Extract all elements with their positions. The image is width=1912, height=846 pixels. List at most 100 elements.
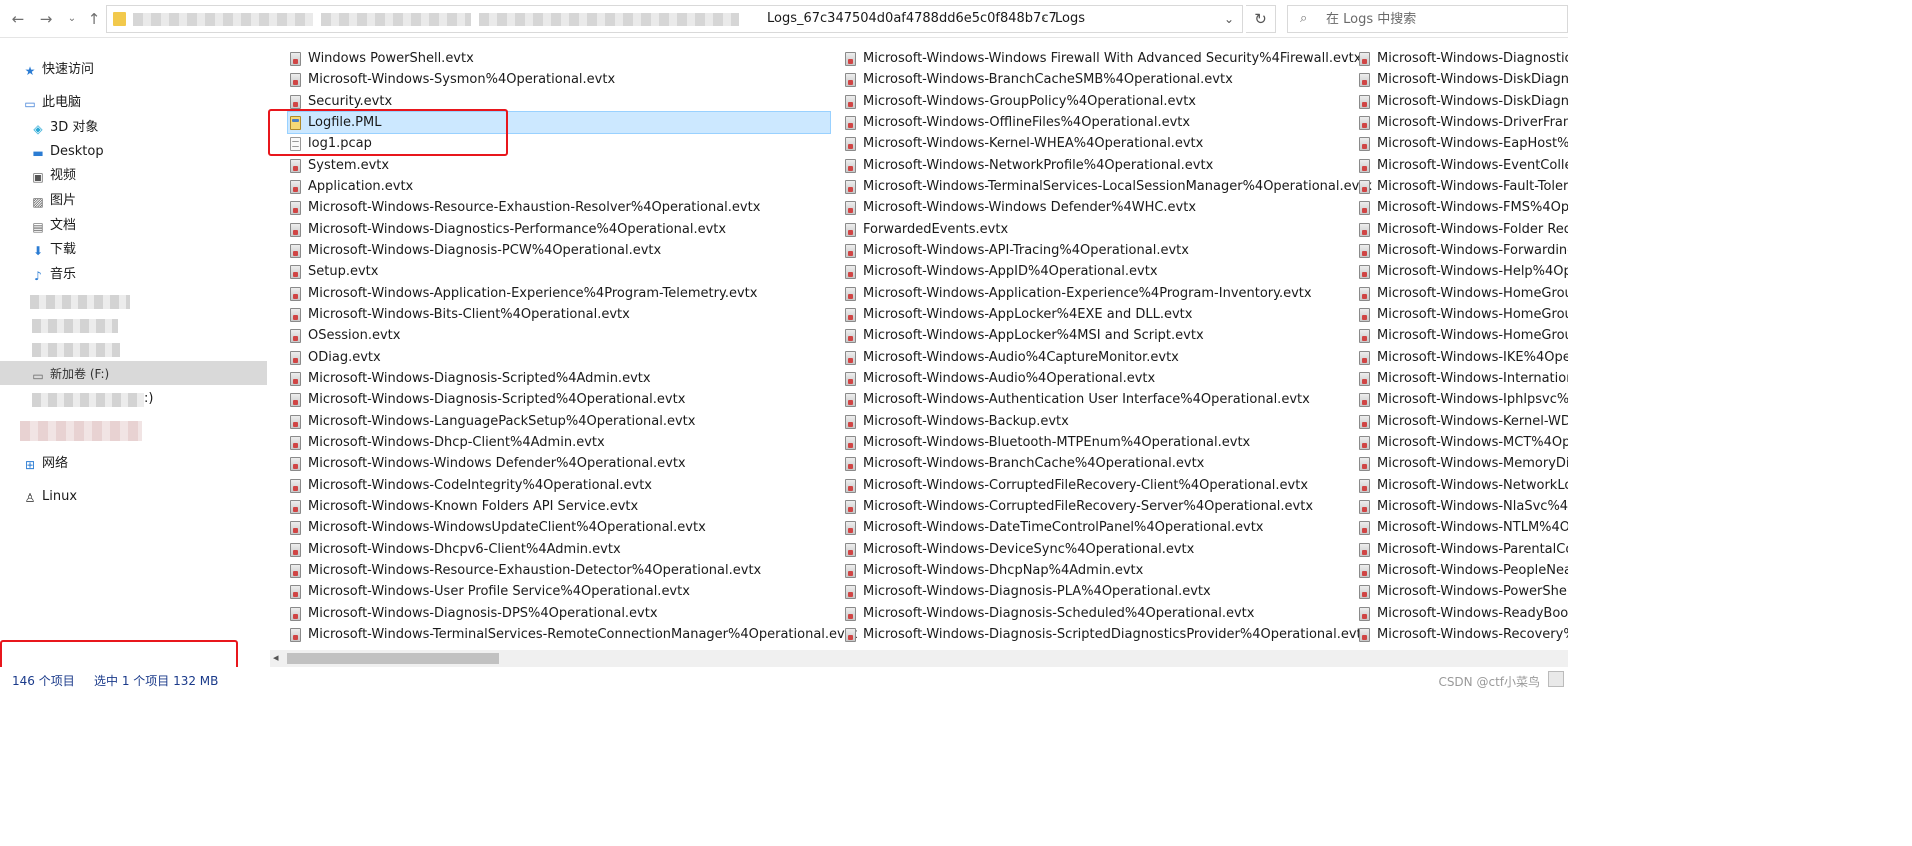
file-item[interactable]: Microsoft-Windows-FMS%4Ope (1357, 197, 1568, 218)
file-item[interactable]: Microsoft-Windows-Backup.evtx (843, 411, 1343, 432)
file-item[interactable]: Microsoft-Windows-Application-Experience… (288, 283, 830, 304)
file-item[interactable]: Microsoft-Windows-EventColle (1357, 155, 1568, 176)
file-item[interactable]: Microsoft-Windows-DeviceSync%4Operationa… (843, 539, 1343, 560)
back-icon[interactable]: ← (8, 9, 28, 29)
file-item[interactable]: Microsoft-Windows-TerminalServices-Local… (843, 176, 1372, 197)
file-item[interactable]: Microsoft-Windows-OfflineFiles%4Operatio… (843, 112, 1343, 133)
nav-drive-f[interactable]: ▭ 新加卷 (F:) (30, 363, 109, 385)
file-item[interactable]: Microsoft-Windows-Application-Experience… (843, 283, 1343, 304)
file-item[interactable]: Microsoft-Windows-HomeGrou (1357, 304, 1568, 325)
blurred-nav-item[interactable] (30, 295, 130, 309)
file-item[interactable]: Microsoft-Windows-Dhcp-Client%4Admin.evt… (288, 432, 830, 453)
file-item[interactable]: Microsoft-Windows-Diagnostics-Performanc… (288, 219, 830, 240)
file-item[interactable]: Microsoft-Windows-IKE%4Oper (1357, 347, 1568, 368)
file-item[interactable]: Setup.evtx (288, 261, 830, 282)
file-item[interactable]: Microsoft-Windows-Dhcpv6-Client%4Admin.e… (288, 539, 830, 560)
forward-icon[interactable]: → (36, 9, 56, 29)
file-item[interactable]: Microsoft-Windows-NlaSvc%4C (1357, 496, 1568, 517)
file-item[interactable]: Microsoft-Windows-Windows Firewall With … (843, 48, 1361, 69)
address-dropdown-icon[interactable]: ⌄ (1224, 12, 1234, 26)
refresh-icon[interactable]: ↻ (1246, 5, 1276, 33)
nav-network[interactable]: ⊞ 网络 (22, 453, 68, 475)
file-item[interactable]: Microsoft-Windows-CorruptedFileRecovery-… (843, 475, 1343, 496)
file-item[interactable]: Microsoft-Windows-Fault-Tolera (1357, 176, 1568, 197)
file-item[interactable]: Microsoft-Windows-EapHost%4 (1357, 133, 1568, 154)
file-item[interactable]: Microsoft-Windows-DiskDiagno (1357, 91, 1568, 112)
address-bar[interactable]: Logs_67c347504d0af4788dd6e5c0f848b7c7 › … (106, 5, 1243, 33)
blurred-nav-item[interactable] (20, 421, 142, 441)
file-item[interactable]: Microsoft-Windows-DriverFram (1357, 112, 1568, 133)
file-item[interactable]: Microsoft-Windows-Kernel-WD (1357, 411, 1568, 432)
file-item[interactable]: Microsoft-Windows-AppID%4Operational.evt… (843, 261, 1343, 282)
nav-linux[interactable]: ♙ Linux (22, 486, 77, 508)
file-item[interactable]: Microsoft-Windows-Audio%4CaptureMonitor.… (843, 347, 1343, 368)
nav-quick-access[interactable]: ★ 快速访问 (22, 59, 94, 81)
file-item[interactable]: Microsoft-Windows-Resource-Exhaustion-Re… (288, 197, 830, 218)
nav-this-pc[interactable]: ▭ 此电脑 (22, 92, 81, 114)
file-item[interactable]: Microsoft-Windows-BranchCache%4Operation… (843, 453, 1343, 474)
file-item[interactable]: Microsoft-Windows-Diagnosis-Scripted%4Op… (288, 389, 830, 410)
file-item[interactable]: Microsoft-Windows-HomeGrou (1357, 325, 1568, 346)
up-icon[interactable]: ↑ (84, 9, 104, 29)
nav-downloads[interactable]: ⬇ 下载 (30, 239, 76, 261)
file-item[interactable]: Microsoft-Windows-CodeIntegrity%4Operati… (288, 475, 830, 496)
file-item[interactable]: Microsoft-Windows-Resource-Exhaustion-De… (288, 560, 830, 581)
file-item[interactable]: Microsoft-Windows-Diagnosis-DPS%4Operati… (288, 603, 830, 624)
file-item[interactable]: Windows PowerShell.evtx (288, 48, 830, 69)
blurred-nav-item[interactable] (32, 343, 120, 357)
file-item[interactable]: Microsoft-Windows-Iphlpsvc%4 (1357, 389, 1568, 410)
file-item[interactable]: Microsoft-Windows-Diagnosis-PLA%4Operati… (843, 581, 1343, 602)
file-item[interactable]: Microsoft-Windows-Audio%4Operational.evt… (843, 368, 1343, 389)
file-item[interactable]: Microsoft-Windows-DhcpNap%4Admin.evtx (843, 560, 1343, 581)
recent-locations-chevron-icon[interactable]: ⌄ (62, 9, 82, 29)
nav-videos[interactable]: ▣ 视频 (30, 165, 76, 187)
file-item[interactable]: Microsoft-Windows-WindowsUpdateClient%4O… (288, 517, 830, 538)
file-item[interactable]: OSession.evtx (288, 325, 830, 346)
file-item[interactable]: Microsoft-Windows-NetworkProfile%4Operat… (843, 155, 1343, 176)
file-item[interactable]: Microsoft-Windows-Help%4Op (1357, 261, 1568, 282)
file-item[interactable]: Microsoft-Windows-Diagnostics (1357, 48, 1568, 69)
file-item[interactable]: Microsoft-Windows-Sysmon%4Operational.ev… (288, 69, 830, 90)
nav-music[interactable]: ♪ 音乐 (30, 264, 76, 286)
file-item[interactable]: Microsoft-Windows-PeopleNea (1357, 560, 1568, 581)
file-item[interactable]: Microsoft-Windows-Diagnosis-Scheduled%4O… (843, 603, 1343, 624)
file-item[interactable]: Microsoft-Windows-User Profile Service%4… (288, 581, 830, 602)
search-box[interactable]: ⌕ (1287, 5, 1568, 33)
file-item[interactable]: Microsoft-Windows-Forwarding (1357, 240, 1568, 261)
file-item[interactable]: Microsoft-Windows-HomeGrou (1357, 283, 1568, 304)
view-toggle-icon[interactable] (1548, 671, 1564, 687)
file-item[interactable]: System.evtx (288, 155, 830, 176)
breadcrumb-item-logs[interactable]: Logs (1055, 11, 1085, 26)
search-input[interactable] (1326, 9, 1556, 29)
breadcrumb-separator-icon[interactable]: › (1041, 11, 1046, 25)
file-item[interactable]: ODiag.evtx (288, 347, 830, 368)
file-item[interactable]: Microsoft-Windows-Bluetooth-MTPEnum%4Ope… (843, 432, 1343, 453)
file-item[interactable]: Microsoft-Windows-ReadyBoos (1357, 603, 1568, 624)
file-item[interactable]: Microsoft-Windows-MemoryDia (1357, 453, 1568, 474)
file-item[interactable]: Microsoft-Windows-AppLocker%4MSI and Scr… (843, 325, 1343, 346)
nav-drive-suffix[interactable]: :) (144, 388, 153, 410)
nav-documents[interactable]: ▤ 文档 (30, 215, 76, 237)
file-item[interactable]: Microsoft-Windows-GroupPolicy%4Operation… (843, 91, 1343, 112)
file-item[interactable]: Microsoft-Windows-NTLM%4O (1357, 517, 1568, 538)
file-item[interactable]: ForwardedEvents.evtx (843, 219, 1343, 240)
file-item[interactable]: Microsoft-Windows-Diagnosis-ScriptedDiag… (843, 624, 1369, 645)
file-item[interactable]: Microsoft-Windows-NetworkLo (1357, 475, 1568, 496)
file-item[interactable]: Application.evtx (288, 176, 830, 197)
file-item[interactable]: Microsoft-Windows-TerminalServices-Remot… (288, 624, 858, 645)
scroll-left-icon[interactable]: ◂ (273, 651, 279, 664)
file-item[interactable]: Microsoft-Windows-Bits-Client%4Operation… (288, 304, 830, 325)
file-item[interactable]: Microsoft-Windows-Diagnosis-PCW%4Operati… (288, 240, 830, 261)
file-item[interactable]: Microsoft-Windows-Diagnosis-Scripted%4Ad… (288, 368, 830, 389)
file-item[interactable]: Microsoft-Windows-Windows Defender%4WHC.… (843, 197, 1343, 218)
file-item[interactable]: Microsoft-Windows-Known Folders API Serv… (288, 496, 830, 517)
blurred-nav-item[interactable] (32, 319, 118, 333)
file-item[interactable]: Microsoft-Windows-LanguagePackSetup%4Ope… (288, 411, 830, 432)
file-item[interactable]: Microsoft-Windows-PowerShell (1357, 581, 1568, 602)
horizontal-scrollbar[interactable]: ◂ (270, 650, 1568, 667)
nav-3d-objects[interactable]: ◈ 3D 对象 (30, 117, 98, 139)
file-item[interactable]: Microsoft-Windows-Authentication User In… (843, 389, 1343, 410)
file-item[interactable]: Microsoft-Windows-CorruptedFileRecovery-… (843, 496, 1343, 517)
scrollbar-thumb[interactable] (287, 653, 499, 664)
file-item[interactable]: Microsoft-Windows-DiskDiagno (1357, 69, 1568, 90)
